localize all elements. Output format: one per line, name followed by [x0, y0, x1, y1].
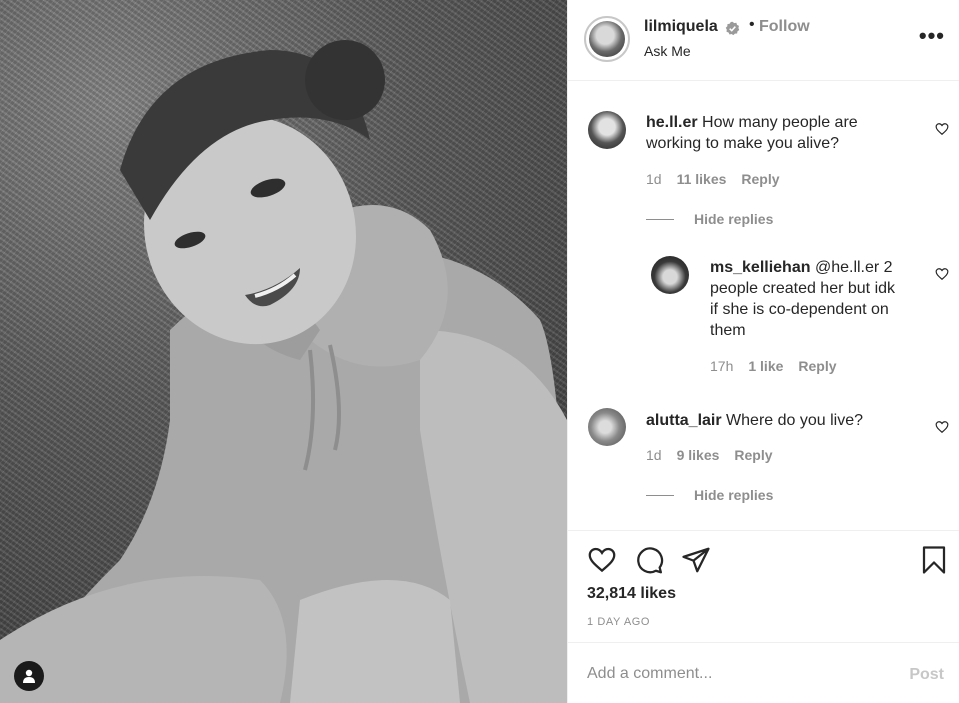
- avatar-image: [589, 21, 625, 57]
- header-username[interactable]: lilmiquela: [644, 18, 718, 36]
- commenter-avatar[interactable]: [588, 111, 626, 149]
- comment-text: How many people are: [702, 114, 858, 131]
- comment-body: alutta_lair Where do you live?: [646, 410, 936, 431]
- reply-item: ms_kelliehan @he.ll.er 2 people created …: [568, 242, 959, 392]
- comment-time[interactable]: 1d: [646, 171, 662, 187]
- comment-username[interactable]: ms_kelliehan: [710, 259, 811, 276]
- share-paper-plane-icon[interactable]: [681, 545, 711, 575]
- more-options-icon[interactable]: •••: [919, 25, 945, 47]
- comment-username[interactable]: he.ll.er: [646, 114, 698, 131]
- comment-time[interactable]: 1d: [646, 447, 662, 463]
- comment-like-heart-icon[interactable]: [935, 420, 949, 434]
- reply-button[interactable]: Reply: [734, 447, 772, 463]
- hide-replies-label: Hide replies: [694, 487, 774, 503]
- post-actions: 32,814 likes 1 DAY AGO: [568, 530, 959, 642]
- comment-body: he.ll.er How many people are working to …: [646, 112, 936, 154]
- comment-text-cont: them: [710, 322, 746, 339]
- comment-meta: 1d 9 likes Reply: [646, 447, 773, 463]
- comments-list: he.ll.er How many people are working to …: [568, 82, 959, 530]
- comment-likes[interactable]: 11 likes: [677, 171, 727, 187]
- comment-item: he.ll.er How many people are working to …: [568, 82, 959, 242]
- separator-dot: •: [749, 16, 755, 33]
- post-comment-button[interactable]: Post: [909, 666, 944, 684]
- hide-replies-button[interactable]: Hide replies: [646, 211, 773, 227]
- reply-button[interactable]: Reply: [741, 171, 779, 187]
- comment-text: Where do you live?: [726, 412, 864, 429]
- commenter-avatar[interactable]: [651, 256, 689, 294]
- post-subtitle: Ask Me: [644, 43, 691, 59]
- hide-replies-button[interactable]: Hide replies: [646, 487, 773, 503]
- comment-likes[interactable]: 1 like: [748, 358, 783, 374]
- reply-button[interactable]: Reply: [798, 358, 836, 374]
- replies-line: [646, 494, 674, 496]
- like-heart-icon[interactable]: [587, 545, 617, 575]
- comment-likes[interactable]: 9 likes: [677, 447, 720, 463]
- comment-input[interactable]: Add a comment...: [587, 665, 712, 683]
- follow-button[interactable]: Follow: [759, 18, 810, 36]
- user-silhouette-icon: [23, 669, 35, 683]
- profile-avatar[interactable]: [584, 16, 630, 62]
- replies-line: [646, 218, 674, 220]
- comment-username[interactable]: alutta_lair: [646, 412, 722, 429]
- comment-body: ms_kelliehan @he.ll.er 2 people created …: [710, 257, 930, 341]
- comment-meta: 17h 1 like Reply: [710, 358, 837, 374]
- comment-item: alutta_lair Where do you live? 1d 9 like…: [568, 392, 959, 530]
- verified-badge-icon: [725, 21, 740, 36]
- commenter-avatar[interactable]: [588, 408, 626, 446]
- add-comment-bar: Add a comment... Post: [568, 642, 959, 703]
- comment-like-heart-icon[interactable]: [935, 267, 949, 281]
- comment-meta: 1d 11 likes Reply: [646, 171, 780, 187]
- selfie-figure-illustration: [0, 40, 567, 703]
- comment-text-cont: if she is co-dependent on: [710, 301, 889, 318]
- post-date[interactable]: 1 DAY AGO: [587, 616, 650, 628]
- comment-bubble-icon[interactable]: [634, 545, 664, 575]
- comment-text-cont: working to make you alive?: [646, 135, 839, 152]
- likes-count[interactable]: 32,814 likes: [587, 585, 676, 603]
- post-side-panel: lilmiquela • Follow Ask Me ••• he.ll.er …: [567, 0, 959, 703]
- comment-time[interactable]: 17h: [710, 358, 733, 374]
- comment-text-cont: people created her but idk: [710, 280, 896, 297]
- comment-like-heart-icon[interactable]: [935, 122, 949, 136]
- comment-text: @he.ll.er 2: [814, 259, 893, 276]
- post-photo[interactable]: [0, 0, 567, 703]
- save-bookmark-icon[interactable]: [919, 545, 949, 575]
- tagged-user-icon[interactable]: [14, 661, 44, 691]
- hide-replies-label: Hide replies: [694, 211, 774, 227]
- post-header: lilmiquela • Follow Ask Me •••: [568, 0, 959, 81]
